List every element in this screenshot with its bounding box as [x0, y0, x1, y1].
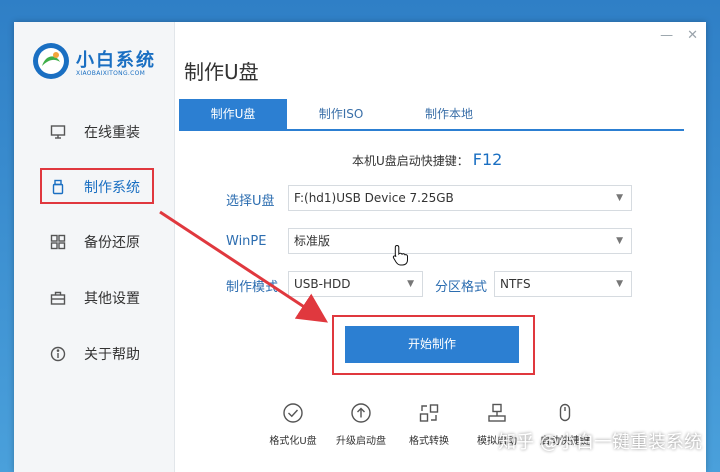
close-button[interactable]: ✕ [687, 28, 698, 43]
page-title: 制作U盘 [184, 60, 259, 84]
chevron-down-icon: ▼ [407, 279, 414, 289]
minimize-button[interactable]: — [660, 28, 673, 43]
app-name: 小白系统 [76, 50, 156, 71]
app-window: 小白系统 XIAOBAIXITONG.COM 在线重装 制作系统 备份还原 其他… [14, 22, 706, 472]
tool-label: 格式化U盘 [269, 436, 317, 447]
sidebar-item-other-settings[interactable]: 其他设置 [14, 278, 174, 318]
partition-select-value: NTFS [500, 277, 531, 291]
convert-icon [419, 404, 439, 422]
app-logo: 小白系统 XIAOBAIXITONG.COM [32, 40, 172, 90]
sidebar-item-label: 在线重装 [84, 125, 140, 141]
partition-select[interactable]: NTFS ▼ [494, 271, 632, 297]
winpe-select-label: WinPE [226, 234, 267, 249]
winpe-select[interactable]: 标准版 ▼ [288, 228, 632, 254]
hotkey-hint: 本机U盘启动快捷键： F12 [352, 150, 502, 169]
start-make-button[interactable]: 开始制作 [345, 326, 519, 363]
tab-make-local[interactable]: 制作本地 [395, 99, 503, 129]
mode-select[interactable]: USB-HDD ▼ [288, 271, 423, 297]
tool-format-usb[interactable]: 格式化U盘 [258, 402, 328, 447]
tool-upgrade-boot[interactable]: 升级启动盘 [326, 402, 396, 447]
mode-select-value: USB-HDD [294, 277, 351, 291]
briefcase-icon [50, 291, 66, 305]
tool-label: 升级启动盘 [336, 436, 386, 447]
tab-make-usb[interactable]: 制作U盘 [179, 99, 287, 129]
hand-cursor-icon [392, 244, 408, 266]
info-icon [50, 346, 66, 362]
usb-select-label: 选择U盘 [226, 194, 275, 209]
sidebar-item-online-reinstall[interactable]: 在线重装 [14, 112, 174, 152]
chevron-down-icon: ▼ [616, 279, 623, 289]
sidebar: 小白系统 XIAOBAIXITONG.COM 在线重装 制作系统 备份还原 其他… [14, 22, 175, 472]
window-controls: — ✕ [660, 28, 698, 43]
sidebar-item-backup-restore[interactable]: 备份还原 [14, 222, 174, 262]
sidebar-item-label: 关于帮助 [84, 347, 140, 363]
chevron-down-icon: ▼ [616, 236, 623, 246]
tab-make-iso[interactable]: 制作ISO [287, 99, 395, 129]
upload-circle-icon [351, 403, 371, 423]
winpe-select-value: 标准版 [294, 234, 331, 248]
sidebar-item-label: 备份还原 [84, 235, 140, 251]
app-subname: XIAOBAIXITONG.COM [76, 70, 146, 77]
logo-mark-icon [33, 43, 69, 79]
mouse-icon [559, 403, 571, 422]
partition-select-label: 分区格式 [435, 280, 488, 295]
hotkey-key: F12 [472, 150, 503, 169]
usb-select[interactable]: F:(hd1)USB Device 7.25GB ▼ [288, 185, 632, 211]
tab-bar: 制作U盘 制作ISO 制作本地 [179, 99, 684, 131]
grid-icon [50, 234, 66, 250]
watermark: 知乎 @小白一键重装系统 [498, 432, 702, 453]
pc-stand-icon [488, 403, 506, 422]
hotkey-label: 本机U盘启动快捷键： [352, 154, 469, 168]
tool-label: 格式转换 [409, 436, 449, 447]
sidebar-item-about-help[interactable]: 关于帮助 [14, 334, 174, 374]
check-circle-icon [283, 403, 303, 423]
usb-select-value: F:(hd1)USB Device 7.25GB [294, 191, 454, 205]
chevron-down-icon: ▼ [616, 193, 623, 203]
monitor-icon [50, 125, 66, 139]
sidebar-item-label: 其他设置 [84, 291, 140, 307]
mode-select-label: 制作模式 [226, 280, 279, 295]
annotation-highlight-sidebar [40, 168, 154, 204]
tool-format-convert[interactable]: 格式转换 [394, 402, 464, 447]
